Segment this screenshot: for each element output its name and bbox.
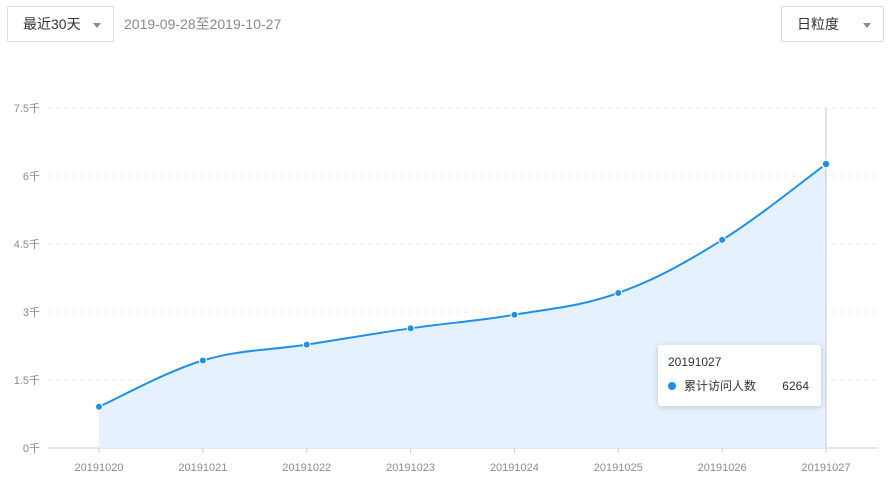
- chart-tooltip: 20191027 累计访问人数 6264: [658, 345, 821, 406]
- x-tick-label: 20191020: [75, 462, 124, 474]
- x-tick-label: 20191027: [802, 462, 851, 474]
- data-point[interactable]: [95, 402, 103, 411]
- data-point[interactable]: [406, 324, 415, 333]
- series-dot-icon: [668, 382, 676, 390]
- y-axis-labels: 0千 1.5千 3千 4.5千 6千 7.5千: [14, 102, 40, 455]
- tooltip-title: 20191027: [668, 355, 722, 369]
- tooltip-value: 6264: [782, 379, 809, 393]
- x-tick-label: 20191023: [386, 462, 435, 474]
- x-tick-label: 20191026: [698, 462, 747, 474]
- y-tick-label: 4.5千: [14, 238, 40, 251]
- y-tick-label: 3千: [23, 306, 40, 319]
- x-tick-label: 20191024: [490, 462, 539, 474]
- data-point[interactable]: [821, 159, 831, 169]
- x-axis-labels: 20191020 20191021 20191022 20191023 20191024…: [75, 462, 851, 474]
- data-point[interactable]: [510, 310, 519, 319]
- data-point[interactable]: [718, 235, 727, 244]
- y-tick-label: 0千: [23, 442, 40, 455]
- y-tick-label: 7.5千: [14, 102, 40, 115]
- y-tick-label: 6千: [23, 170, 40, 183]
- x-tick-label: 20191021: [178, 462, 227, 474]
- data-point[interactable]: [198, 356, 207, 365]
- x-tick-label: 20191025: [594, 462, 643, 474]
- area-chart[interactable]: 0千1.5千3千4.5千6千7.5千 20191020 20191021 20191…: [0, 0, 892, 485]
- y-tick-label: 1.5千: [14, 374, 40, 387]
- tooltip-row: 累计访问人数 6264: [668, 378, 811, 394]
- tooltip-series-name: 累计访问人数: [684, 379, 757, 393]
- data-point[interactable]: [614, 288, 623, 297]
- data-point[interactable]: [302, 340, 311, 349]
- x-tick-label: 20191022: [282, 462, 331, 474]
